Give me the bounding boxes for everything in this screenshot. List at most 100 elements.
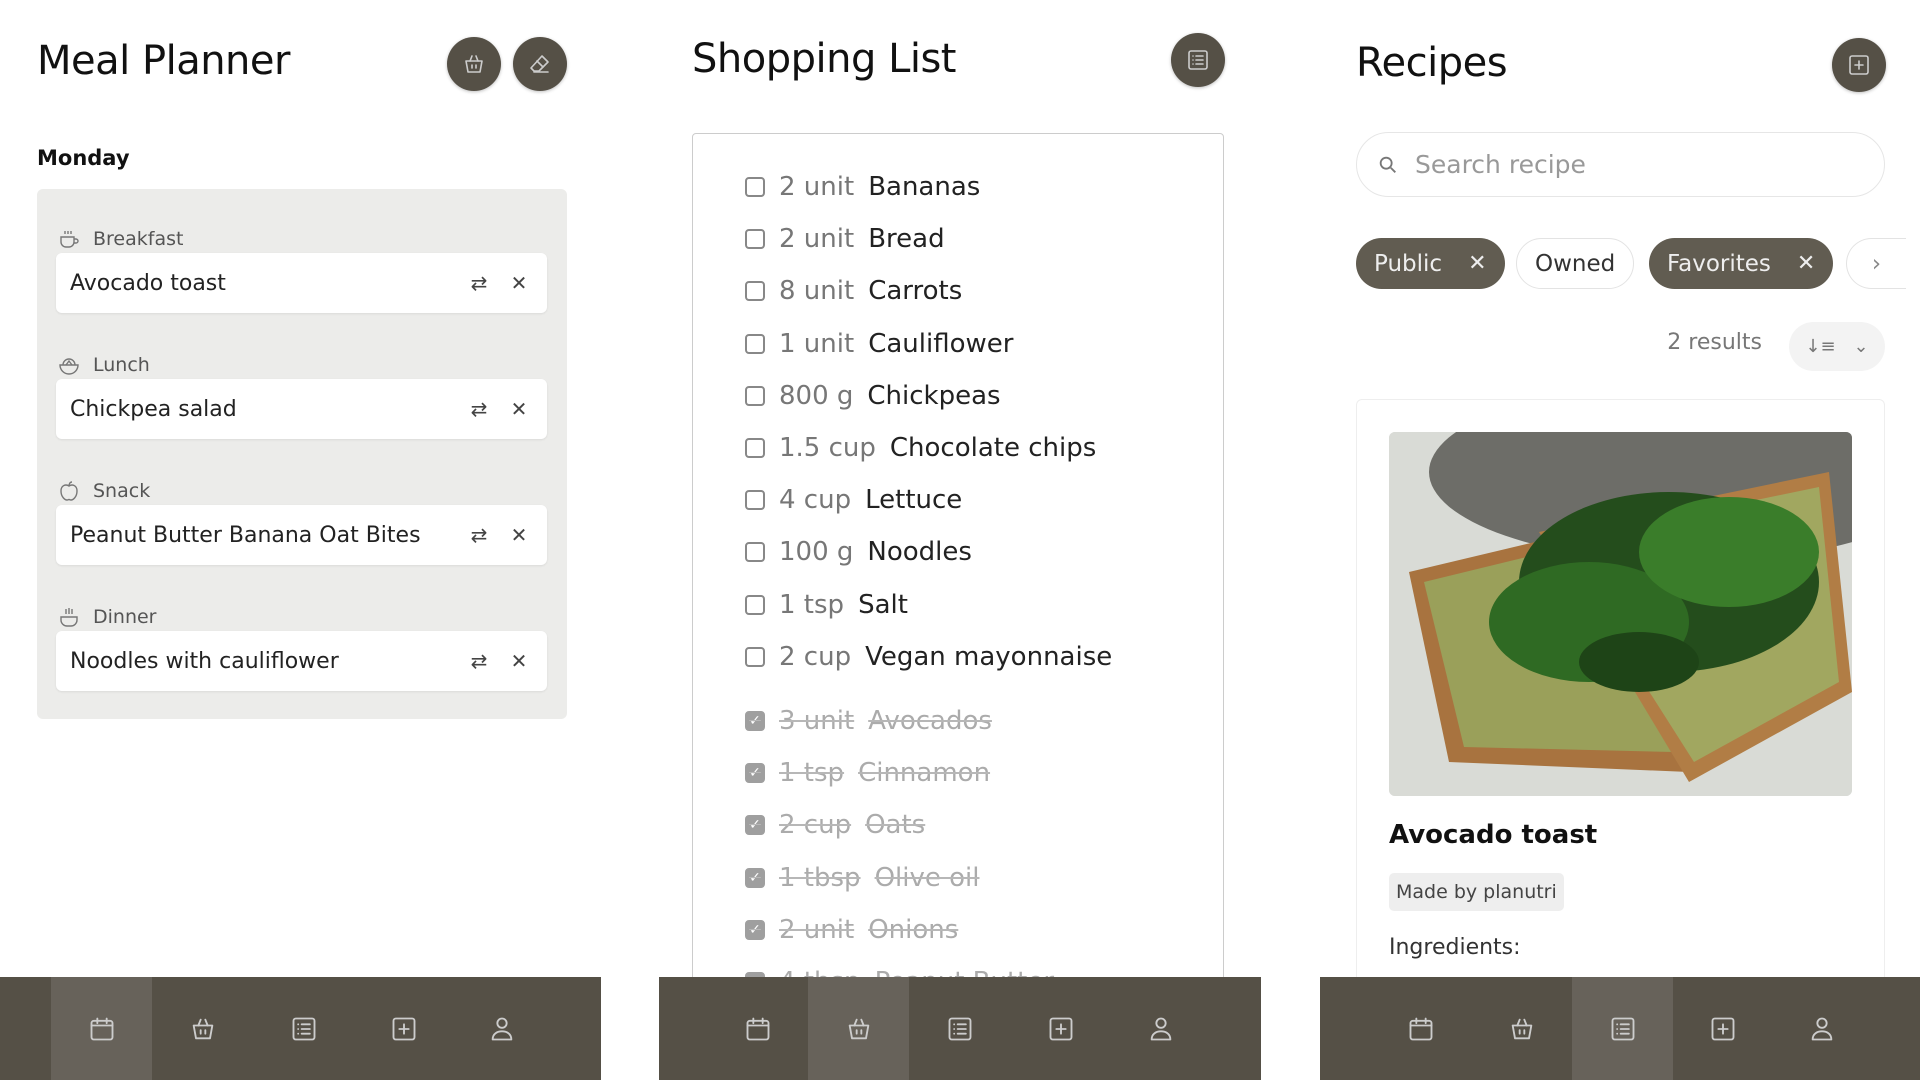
shopping-item[interactable]: ✓ 1 tbsp Olive oil	[745, 858, 979, 898]
bottom-nav	[0, 977, 601, 1080]
unchecked-checkbox[interactable]	[745, 281, 765, 302]
list-icon	[1611, 1017, 1634, 1040]
bowl-icon	[59, 358, 79, 375]
close-icon[interactable]: ✕	[1797, 251, 1815, 276]
unchecked-checkbox[interactable]	[745, 594, 765, 615]
close-icon[interactable]: ✕	[1468, 251, 1486, 276]
nav-tab-recipes[interactable]	[253, 977, 354, 1080]
unchecked-checkbox[interactable]	[745, 542, 765, 563]
basket-icon	[192, 1018, 213, 1039]
meal-recipe[interactable]: Peanut Butter Banana Oat Bites	[70, 523, 459, 548]
shopping-item[interactable]: 2 cup Vegan mayonnaise	[745, 637, 1112, 677]
unchecked-checkbox[interactable]	[745, 229, 765, 250]
unchecked-checkbox[interactable]	[745, 333, 765, 354]
clear-plan-button[interactable]	[513, 37, 567, 91]
shopping-item[interactable]: ✓ 2 cup Oats	[745, 805, 925, 845]
meal-card[interactable]: Avocado toast ⇄ ✕	[56, 253, 547, 313]
meal-planner-panel: Meal Planner Monday Breakfast Avocado toa…	[0, 0, 601, 1080]
recipes-panel: Recipes Public ✕ Owned Favorites ✕ › 2 resul…	[1320, 0, 1920, 1080]
chips-scroll-right-button[interactable]: ›	[1846, 238, 1906, 289]
shopping-item[interactable]: 4 cup Lettuce	[745, 480, 962, 520]
day-heading: Monday	[37, 146, 130, 170]
checked-checkbox[interactable]: ✓	[745, 919, 765, 940]
shopping-item[interactable]: 2 unit Bananas	[745, 167, 980, 207]
item-name: Lettuce	[865, 485, 963, 516]
unchecked-checkbox[interactable]	[745, 490, 765, 511]
list-options-button[interactable]	[1171, 33, 1225, 87]
filter-chip-public[interactable]: Public ✕	[1356, 238, 1505, 289]
meal-card[interactable]: Noodles with cauliflower ⇄ ✕	[56, 631, 547, 691]
remove-icon[interactable]: ✕	[499, 263, 539, 303]
nav-tab-add-recipe[interactable]	[353, 977, 454, 1080]
item-name: Vegan mayonnaise	[865, 641, 1113, 672]
nav-tab-add-recipe[interactable]	[1672, 977, 1773, 1080]
item-quantity: 1 tbsp	[779, 862, 861, 893]
shopping-item[interactable]: 1 unit Cauliflower	[745, 324, 1013, 364]
results-count: 2 results	[1667, 330, 1762, 355]
remove-icon[interactable]: ✕	[499, 389, 539, 429]
sort-dropdown[interactable]: ↓≡ ⌄	[1789, 322, 1885, 371]
item-quantity: 2 unit	[779, 224, 855, 255]
swap-icon[interactable]: ⇄	[459, 389, 499, 429]
unchecked-checkbox[interactable]	[745, 177, 765, 197]
nav-tab-profile[interactable]	[1110, 977, 1211, 1080]
shopping-basket-button[interactable]	[447, 37, 501, 91]
remove-icon[interactable]: ✕	[499, 641, 539, 681]
shopping-item[interactable]: 800 g Chickpeas	[745, 376, 1001, 416]
bottom-nav	[1320, 977, 1920, 1080]
search-input[interactable]	[1415, 150, 1835, 179]
chip-label: Favorites	[1667, 250, 1771, 277]
nav-tab-meal-planner[interactable]	[51, 977, 152, 1080]
shopping-item[interactable]: ✓ 3 unit Avocados	[745, 701, 992, 741]
swap-icon[interactable]: ⇄	[459, 515, 499, 555]
nav-tab-recipes[interactable]	[1572, 977, 1673, 1080]
recipe-title[interactable]: Avocado toast	[1389, 820, 1597, 850]
checked-checkbox[interactable]: ✓	[745, 867, 765, 888]
item-quantity: 2 cup	[779, 810, 852, 841]
author-badge: Made by planutri	[1389, 873, 1564, 911]
unchecked-checkbox[interactable]	[745, 438, 765, 458]
item-quantity: 2 cup	[779, 641, 852, 672]
unchecked-checkbox[interactable]	[745, 646, 765, 667]
unchecked-checkbox[interactable]	[745, 385, 765, 406]
item-name: Bread	[868, 224, 945, 255]
nav-tab-profile[interactable]	[451, 977, 552, 1080]
apple-icon	[60, 481, 78, 501]
nav-tab-shopping-list[interactable]	[808, 977, 909, 1080]
nav-tab-meal-planner[interactable]	[1370, 977, 1471, 1080]
nav-tab-shopping-list[interactable]	[152, 977, 253, 1080]
shopping-item[interactable]: 1 tsp Salt	[745, 585, 908, 625]
nav-tab-add-recipe[interactable]	[1010, 977, 1111, 1080]
shopping-item[interactable]: 2 unit Bread	[745, 219, 945, 259]
nav-tab-shopping-list[interactable]	[1471, 977, 1572, 1080]
item-name: Bananas	[868, 172, 981, 202]
swap-icon[interactable]: ⇄	[459, 641, 499, 681]
meal-recipe[interactable]: Chickpea salad	[70, 397, 459, 422]
shopping-item[interactable]: ✓ 1 tsp Cinnamon	[745, 753, 990, 793]
item-quantity: 1 tsp	[779, 589, 845, 620]
chevron-down-icon: ⌄	[1853, 336, 1869, 357]
meal-recipe[interactable]: Noodles with cauliflower	[70, 649, 459, 674]
meal-recipe[interactable]: Avocado toast	[70, 271, 459, 296]
add-recipe-button[interactable]	[1832, 38, 1886, 92]
shopping-item[interactable]: 8 unit Carrots	[745, 271, 962, 311]
nav-tab-profile[interactable]	[1771, 977, 1872, 1080]
nav-tab-meal-planner[interactable]	[707, 977, 808, 1080]
filter-chip-favorites[interactable]: Favorites ✕	[1649, 238, 1834, 289]
chip-label: Public	[1374, 250, 1443, 277]
shopping-item[interactable]: 100 g Noodles	[745, 532, 972, 572]
nav-tab-recipes[interactable]	[909, 977, 1010, 1080]
checked-checkbox[interactable]: ✓	[745, 815, 765, 836]
checked-checkbox[interactable]: ✓	[745, 763, 765, 784]
meal-card[interactable]: Chickpea salad ⇄ ✕	[56, 379, 547, 439]
swap-icon[interactable]: ⇄	[459, 263, 499, 303]
remove-icon[interactable]: ✕	[499, 515, 539, 555]
checked-checkbox[interactable]: ✓	[745, 711, 765, 731]
filter-chip-owned[interactable]: Owned	[1516, 238, 1635, 289]
item-name: Onions	[868, 914, 959, 945]
shopping-item[interactable]: ✓ 2 unit Onions	[745, 910, 958, 950]
meal-card[interactable]: Peanut Butter Banana Oat Bites ⇄ ✕	[56, 505, 547, 565]
shopping-item[interactable]: 1.5 cup Chocolate chips	[745, 428, 1096, 468]
meal-slot-label: Lunch	[57, 353, 150, 377]
ingredients-label: Ingredients:	[1389, 935, 1521, 960]
